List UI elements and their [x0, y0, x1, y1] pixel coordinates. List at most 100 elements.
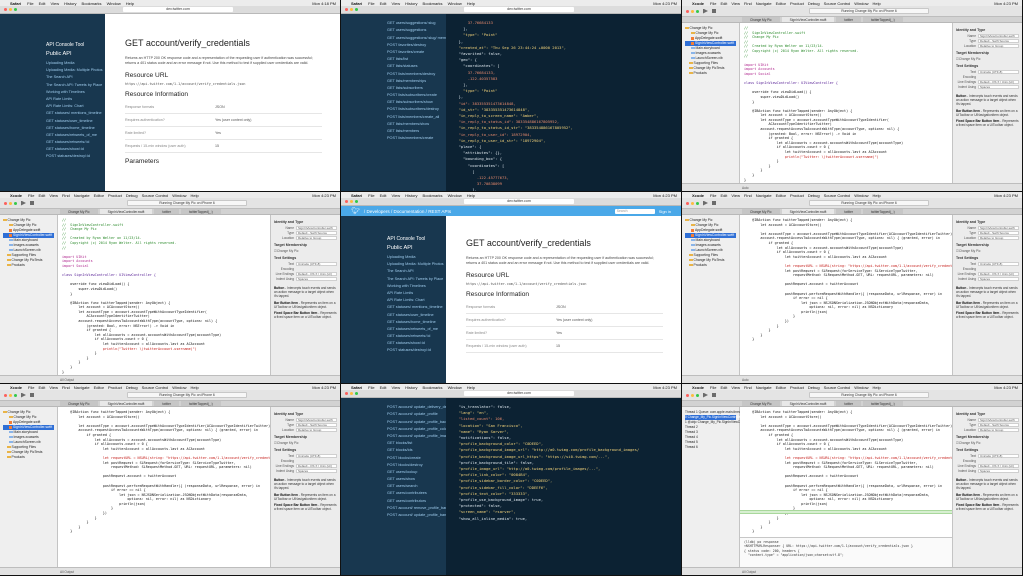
sidebar-title[interactable]: API Console Tool — [387, 236, 438, 242]
menu-item[interactable]: View — [391, 385, 400, 390]
sidebar-link[interactable]: GET statuses/user_timeline — [46, 119, 97, 123]
sidebar-link[interactable]: POST lists/members/create_all — [387, 115, 439, 119]
library-item[interactable]: Fixed Space Bar Button Item - Represents… — [274, 503, 337, 511]
run-icon[interactable] — [21, 392, 26, 398]
stop-icon[interactable] — [712, 201, 716, 205]
sidebar-link[interactable]: Uploading Media — [387, 255, 438, 259]
menu-item[interactable]: Window — [172, 193, 186, 198]
sidebar-link[interactable]: GET lists/members — [387, 129, 438, 133]
menu-item[interactable]: Find — [744, 1, 752, 6]
editor-tab[interactable]: SignInViewController.swift — [781, 17, 835, 22]
zoom-icon[interactable] — [355, 200, 358, 203]
zoom-icon[interactable] — [696, 393, 699, 397]
sidebar-link[interactable]: Working with Timelines — [387, 284, 438, 288]
menu-item[interactable]: Product — [108, 385, 122, 390]
menu-item[interactable]: Editor — [776, 385, 786, 390]
breadcrumb[interactable]: / Developers / Documentation / REST APIs — [364, 209, 451, 214]
editor-tab[interactable]: twitter — [836, 17, 861, 22]
menu-item[interactable]: Help — [467, 193, 475, 198]
window-controls[interactable] — [686, 393, 699, 397]
field-value[interactable]: Spaces — [296, 469, 337, 473]
run-icon[interactable] — [703, 8, 708, 14]
menu-item[interactable]: Editor — [94, 385, 104, 390]
library-item[interactable]: Fixed Space Bar Button Item - Represents… — [956, 503, 1019, 511]
sidebar-title[interactable]: API Console Tool — [46, 42, 97, 48]
field-value[interactable]: Default - OS X / Unix (LF) — [978, 80, 1019, 84]
menu-items-xcode[interactable]: File Edit View Find Navigate Editor Product Deb… — [28, 385, 199, 390]
window-controls[interactable] — [686, 201, 699, 205]
menu-item[interactable]: Product — [790, 1, 804, 6]
sidebar-link[interactable]: Uploading Media — [46, 61, 97, 65]
sidebar-link[interactable]: GET statuses/home_timeline — [46, 126, 97, 130]
menu-item[interactable]: Product — [108, 193, 122, 198]
editor-tab[interactable]: Change My Pic — [742, 209, 780, 214]
menu-item[interactable]: Edit — [720, 193, 727, 198]
stop-icon[interactable] — [712, 393, 716, 397]
menu-item[interactable]: View — [391, 193, 400, 198]
editor-tab[interactable]: twitter — [836, 401, 861, 406]
code-editor[interactable]: //// SignInViewController.swift// Change… — [58, 215, 270, 375]
menu-items-xcode[interactable]: File Edit View Find Navigate Editor Product Deb… — [710, 1, 881, 6]
close-icon[interactable] — [4, 8, 7, 11]
menu-item[interactable]: Edit — [720, 1, 727, 6]
menu-item[interactable]: Find — [62, 385, 70, 390]
sidebar-link[interactable]: GET users/lookup — [387, 470, 438, 474]
menu-item[interactable]: Edit — [38, 193, 45, 198]
field-value[interactable]: Default - OS X / Unix (LF) — [978, 464, 1019, 468]
sidebar-link[interactable]: POST account/ update_profile_colors — [387, 427, 450, 431]
sign-in-link[interactable]: Sign in — [659, 209, 671, 214]
field-value[interactable]: SignInViewController.swift — [978, 418, 1019, 422]
menu-items[interactable]: File Edit View History Bookmarks Window Help — [368, 385, 475, 390]
menu-items[interactable]: File Edit View History Bookmarks Window Help — [368, 193, 475, 198]
sidebar-link[interactable]: POST lists/members/create — [387, 136, 438, 140]
sidebar-link[interactable]: API Rate Limits: Chart — [387, 298, 438, 302]
sidebar-link[interactable]: API Rate Limits — [46, 97, 97, 101]
minimize-icon[interactable] — [9, 8, 12, 11]
library-item[interactable]: Button - Intercepts touch events and sen… — [956, 286, 1019, 299]
menu-item[interactable]: Window — [107, 1, 121, 6]
sidebar-link[interactable]: GET statuses/ mentions_timeline — [46, 111, 102, 115]
menu-item[interactable]: File — [710, 1, 716, 6]
menu-item[interactable]: Help — [873, 193, 881, 198]
sidebar-link[interactable]: POST blocks/destroy — [387, 463, 438, 467]
navigator-item[interactable]: Products — [685, 263, 736, 268]
library-item[interactable]: Fixed Space Bar Button Item - Represents… — [956, 311, 1019, 319]
menu-item[interactable]: View — [731, 1, 740, 6]
menu-item[interactable]: File — [27, 1, 33, 6]
minimize-icon[interactable] — [691, 201, 694, 205]
field-value[interactable]: Default - OS X / Unix (LF) — [296, 464, 337, 468]
app-menu[interactable]: Xcode — [10, 385, 22, 390]
sidebar-link[interactable]: GET users/contributees — [387, 491, 438, 495]
library-item[interactable]: Fixed Space Bar Button Item - Represents… — [274, 311, 337, 319]
sidebar-link[interactable]: POST account/ update_delivery_device — [387, 405, 454, 409]
editor-tab[interactable]: Change My Pic — [742, 401, 780, 406]
run-icon[interactable] — [703, 392, 708, 398]
sidebar-link[interactable]: GET users/search — [387, 484, 438, 488]
sidebar-link[interactable]: POST account/ remove_profile_banner — [387, 506, 453, 510]
zoom-icon[interactable] — [355, 392, 358, 395]
menu-item[interactable]: File — [710, 193, 716, 198]
sidebar-link[interactable]: API Rate Limits: Chart — [46, 104, 97, 108]
editor-tab[interactable]: twitter — [154, 401, 179, 406]
sidebar-link[interactable]: GET statuses/retweets_of_me — [387, 327, 438, 331]
sidebar-link[interactable]: GET lists/statuses — [387, 64, 438, 68]
menu-item[interactable]: Window — [854, 193, 868, 198]
window-controls[interactable] — [4, 8, 17, 11]
menu-items-xcode[interactable]: File Edit View Find Navigate Editor Product Deb… — [28, 193, 199, 198]
menu-item[interactable]: Help — [191, 193, 199, 198]
object-library[interactable]: Button - Intercepts touch events and sen… — [956, 286, 1019, 319]
app-menu[interactable]: Xcode — [692, 385, 704, 390]
editor-tab[interactable]: SignInViewController.swift — [99, 209, 153, 214]
address-bar[interactable]: dev.twitter.com — [464, 199, 574, 204]
navigator-item[interactable]: Products — [3, 455, 54, 460]
sidebar-link[interactable]: The Search API: Tweets by Place — [387, 277, 443, 281]
navigator-item[interactable]: Products — [3, 263, 54, 268]
app-menu[interactable]: Xcode — [692, 1, 704, 6]
zoom-icon[interactable] — [355, 8, 358, 11]
library-item[interactable]: Button - Intercepts touch events and sen… — [274, 286, 337, 299]
sidebar-link[interactable]: GET lists/list — [387, 57, 438, 61]
object-library[interactable]: Button - Intercepts touch events and sen… — [956, 478, 1019, 511]
zoom-icon[interactable] — [14, 8, 17, 11]
sidebar-link[interactable]: GET statuses/home_timeline — [387, 320, 438, 324]
library-item[interactable]: Button - Intercepts touch events and sen… — [956, 478, 1019, 491]
